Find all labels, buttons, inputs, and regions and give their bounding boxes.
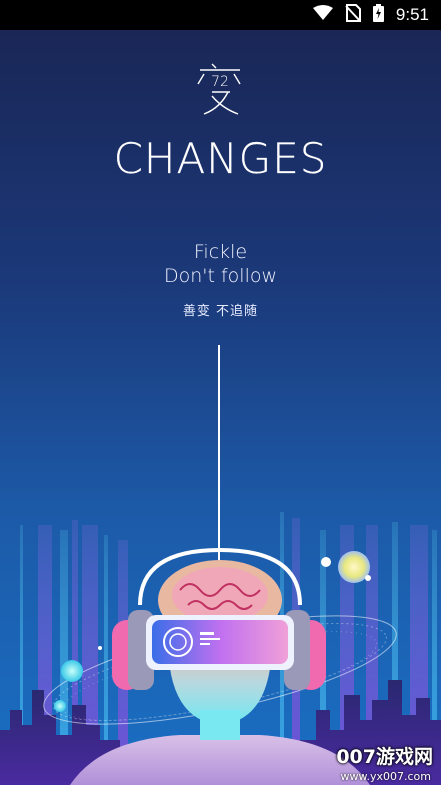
battery-charging-icon xyxy=(372,4,384,26)
watermark-url: www.yx007.com xyxy=(340,770,431,783)
vr-headset-illustration xyxy=(0,512,441,785)
no-sim-icon xyxy=(345,4,361,26)
app-title: CHANGES xyxy=(113,134,328,183)
status-bar: 9:51 xyxy=(0,0,441,30)
tagline-chinese: 善变 不追随 xyxy=(182,304,259,319)
svg-text:72: 72 xyxy=(211,74,229,90)
splash-screen: 9:51 72 CHANGES Fickle Don't follow 善变 不… xyxy=(0,0,441,785)
tagline-line-1: Fickle xyxy=(193,241,248,263)
watermark-logo: 007游戏网 xyxy=(336,746,433,768)
status-time: 9:51 xyxy=(395,5,429,24)
wifi-icon xyxy=(312,5,333,25)
tagline-line-2: Don't follow xyxy=(163,265,278,287)
change-logo-icon: 72 xyxy=(197,63,241,115)
